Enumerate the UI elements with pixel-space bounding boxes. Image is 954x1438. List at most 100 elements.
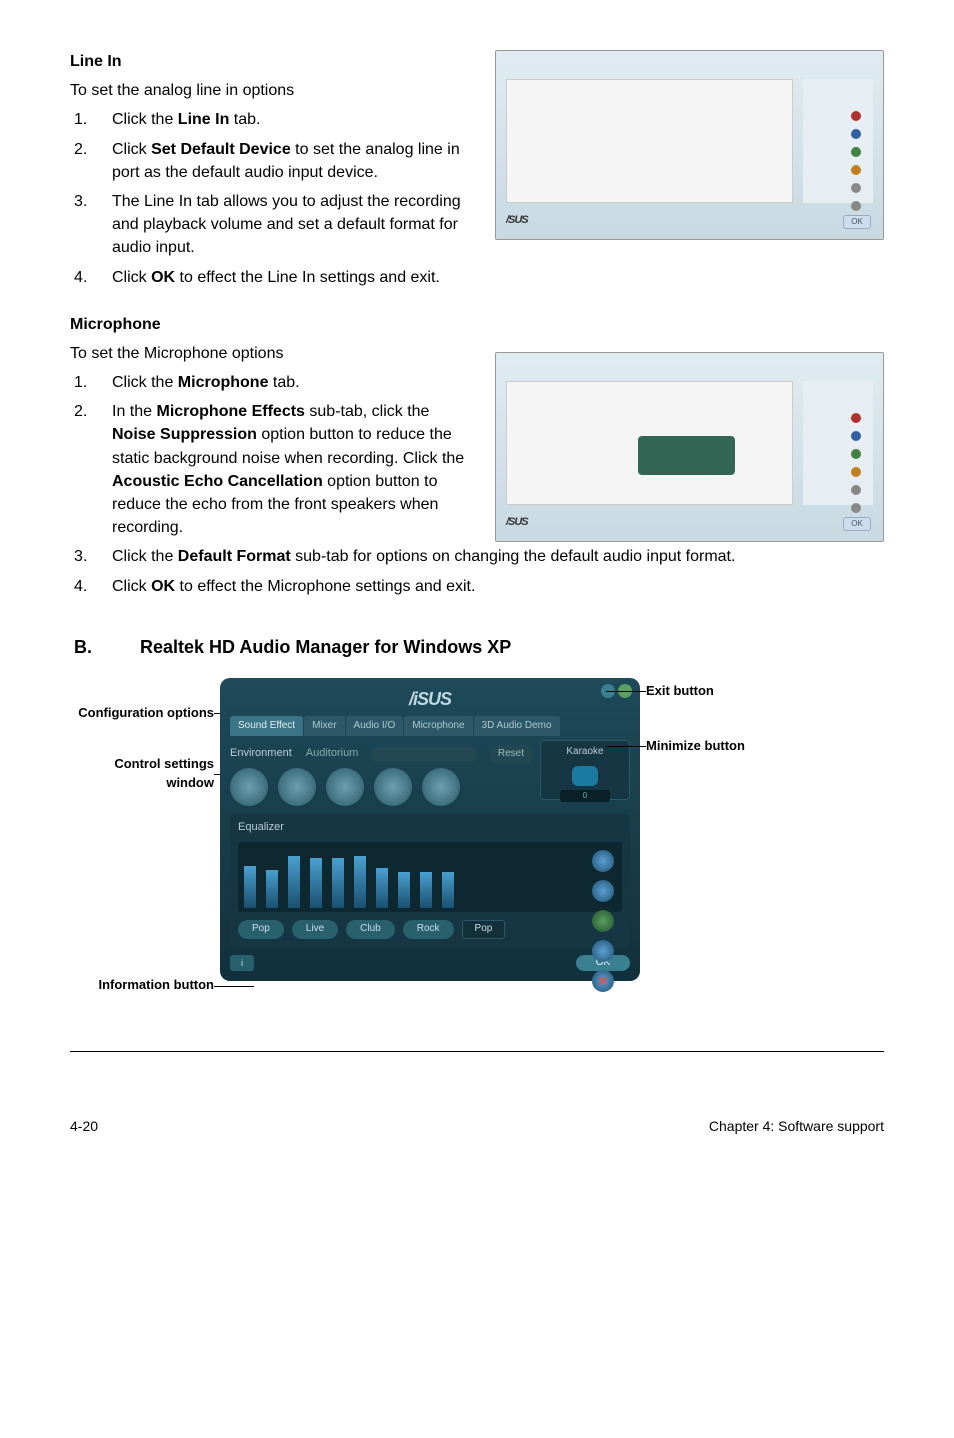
callout-exit-button: Exit button	[646, 682, 810, 701]
microphone-step-4: 4. Click OK to effect the Microphone set…	[70, 575, 884, 598]
step-text: The Line In tab allows you to adjust the…	[112, 190, 475, 260]
preset-club[interactable]: Club	[346, 920, 395, 939]
information-button[interactable]: i	[230, 955, 254, 971]
karaoke-box: Karaoke 0	[540, 740, 630, 800]
preset-dropdown[interactable]: Pop	[462, 920, 506, 939]
microphone-intro: To set the Microphone options	[70, 342, 475, 365]
page-number: 4-20	[70, 1116, 98, 1136]
reset-button[interactable]: Reset	[490, 745, 532, 764]
callout-minimize-button: Minimize button	[646, 737, 810, 756]
eq-slider[interactable]	[288, 856, 300, 908]
eq-save-icon[interactable]	[592, 880, 614, 902]
eq-slider[interactable]	[354, 856, 366, 908]
microphone-step-3: 3. Click the Default Format sub-tab for …	[70, 545, 884, 568]
asus-logo: /iSUS	[230, 686, 630, 712]
eq-slider[interactable]	[266, 870, 278, 908]
equalizer-bars[interactable]: ✕	[238, 842, 622, 912]
env-preset-icon[interactable]	[422, 768, 460, 806]
environment-label: Environment	[230, 744, 292, 764]
preset-pop[interactable]: Pop	[238, 920, 284, 939]
preset-live[interactable]: Live	[292, 920, 338, 939]
step-text: Click the Line In tab.	[112, 108, 475, 131]
eq-side-buttons: ✕	[592, 850, 614, 992]
xp-tabs: Sound Effect Mixer Audio I/O Microphone …	[230, 716, 630, 737]
step-text: Click OK to effect the Line In settings …	[112, 266, 884, 289]
step-text: Click the Microphone tab.	[112, 371, 475, 394]
tab-3d-audio-demo[interactable]: 3D Audio Demo	[474, 716, 560, 737]
asus-logo: /SUS	[506, 515, 528, 531]
karaoke-value[interactable]: 0	[560, 790, 610, 802]
line-in-step-3: 3. The Line In tab allows you to adjust …	[70, 190, 475, 260]
thumb-port-dots	[851, 111, 861, 211]
tab-sound-effect[interactable]: Sound Effect	[230, 716, 303, 737]
thumb-ok-button: OK	[843, 517, 871, 531]
eq-slider[interactable]	[376, 868, 388, 908]
section-b-label: B.	[70, 634, 140, 660]
footer-divider	[70, 1051, 884, 1052]
env-preset-icon[interactable]	[374, 768, 412, 806]
eq-slider[interactable]	[420, 872, 432, 908]
auditorium-label: Auditorium	[306, 744, 359, 764]
eq-slider[interactable]	[398, 872, 410, 908]
tab-audio-io[interactable]: Audio I/O	[346, 716, 404, 737]
step-number: 3.	[70, 545, 112, 568]
callout-control-settings: Control settings window	[70, 755, 214, 793]
line-in-section: Line In To set the analog line in option…	[70, 50, 884, 289]
thumb-port-dots	[851, 413, 861, 513]
microphone-step-1: 1. Click the Microphone tab.	[70, 371, 475, 394]
port-dot-icon	[851, 413, 861, 423]
microphone-heading: Microphone	[70, 313, 884, 336]
page-footer: 4-20 Chapter 4: Software support	[70, 1106, 884, 1136]
microphone-steps-continued: 3. Click the Default Format sub-tab for …	[70, 545, 884, 597]
env-preset-icon[interactable]	[278, 768, 316, 806]
thumb-ok-button: OK	[843, 215, 871, 229]
karaoke-label: Karaoke	[545, 745, 625, 760]
eq-slider[interactable]	[244, 866, 256, 908]
line-in-steps-continued: 4. Click OK to effect the Line In settin…	[70, 266, 884, 289]
line-in-screenshot: /SUS OK	[495, 50, 884, 240]
thumb-sidebar	[803, 79, 873, 203]
step-number: 1.	[70, 108, 112, 131]
line-in-intro: To set the analog line in options	[70, 79, 475, 102]
eq-presets: Pop Live Club Rock Pop	[238, 920, 622, 939]
callouts-right: Exit button Minimize button	[640, 678, 810, 774]
eq-lock-icon[interactable]	[592, 850, 614, 872]
thumb-content-area	[506, 79, 793, 203]
eq-power-icon[interactable]	[592, 910, 614, 932]
port-dot-icon	[851, 431, 861, 441]
port-dot-icon	[851, 449, 861, 459]
eq-slider[interactable]	[332, 858, 344, 908]
step-number: 1.	[70, 371, 112, 394]
eq-slider[interactable]	[310, 858, 322, 908]
callout-line-icon	[214, 986, 254, 987]
tab-microphone[interactable]: Microphone	[404, 716, 472, 737]
step-number: 2.	[70, 400, 112, 539]
microphone-screenshot: /SUS OK	[495, 352, 884, 542]
xp-diagram: Configuration options Control settings w…	[70, 678, 884, 1001]
preset-rock[interactable]: Rock	[403, 920, 454, 939]
callout-line-icon	[606, 691, 646, 692]
environment-dropdown[interactable]	[372, 747, 476, 761]
xp-bottom-bar: i OK	[230, 955, 630, 971]
env-preset-icon[interactable]	[326, 768, 364, 806]
tab-mixer[interactable]: Mixer	[304, 716, 344, 737]
xp-audio-manager-panel: /iSUS Sound Effect Mixer Audio I/O Micro…	[220, 678, 640, 981]
step-number: 4.	[70, 266, 112, 289]
step-text: Click the Default Format sub-tab for opt…	[112, 545, 884, 568]
env-preset-icon[interactable]	[230, 768, 268, 806]
line-in-step-4: 4. Click OK to effect the Line In settin…	[70, 266, 884, 289]
step-text: Click Set Default Device to set the anal…	[112, 138, 475, 184]
eq-delete-icon[interactable]: ✕	[592, 970, 614, 992]
port-dot-icon	[851, 111, 861, 121]
callout-information-button: Information button	[70, 976, 214, 995]
karaoke-icon[interactable]	[572, 766, 598, 786]
eq-folder-icon[interactable]	[592, 940, 614, 962]
callouts-left: Configuration options Control settings w…	[70, 678, 220, 1001]
line-in-steps: 1. Click the Line In tab. 2. Click Set D…	[70, 108, 475, 259]
line-in-heading: Line In	[70, 50, 475, 73]
step-text: In the Microphone Effects sub-tab, click…	[112, 400, 475, 539]
callout-config-options: Configuration options	[70, 704, 214, 723]
section-b-header: B. Realtek HD Audio Manager for Windows …	[70, 634, 884, 660]
port-dot-icon	[851, 485, 861, 495]
eq-slider[interactable]	[442, 872, 454, 908]
